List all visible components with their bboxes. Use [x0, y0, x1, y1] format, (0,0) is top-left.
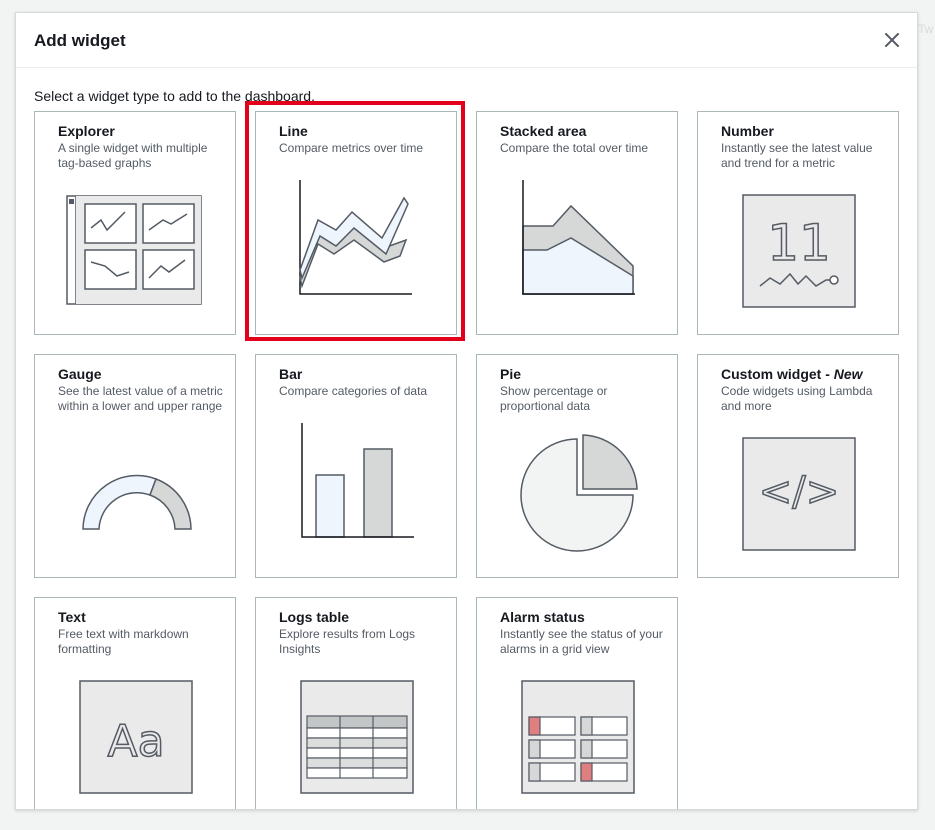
pie-chart-icon: [520, 434, 638, 552]
widget-description: Explore results from Logs Insights: [279, 627, 416, 656]
widget-card-number[interactable]: Number Instantly see the latest value an…: [697, 111, 899, 335]
background-tab-hint: Tw: [918, 22, 934, 36]
text-icon: Aa: [79, 680, 193, 794]
number-value: 11: [767, 214, 831, 272]
widget-title: Logs table: [279, 609, 350, 625]
widget-card-alarm-status[interactable]: Alarm status Instantly see the status of…: [476, 597, 678, 809]
widget-description: Code widgets using Lambda and more: [721, 384, 873, 413]
widget-card-text[interactable]: Text Free text with markdown formatting …: [34, 597, 236, 809]
text-glyph: Aa: [107, 716, 164, 767]
widget-title: Alarm status: [500, 609, 585, 625]
widget-card-explorer[interactable]: Explorer A single widget with multiple t…: [34, 111, 236, 335]
widget-card-stacked-area[interactable]: Stacked area Compare the total over time: [476, 111, 678, 335]
explorer-icon: [66, 195, 202, 305]
modal-title: Add widget: [34, 31, 126, 50]
widget-title: Number: [721, 123, 774, 139]
close-button[interactable]: [881, 29, 903, 51]
widget-title: Custom widget - New: [721, 366, 863, 382]
modal-header: Add widget: [16, 13, 917, 68]
close-icon: [885, 33, 899, 47]
table-icon: [300, 680, 414, 794]
widget-description: Instantly see the latest value and trend…: [721, 141, 873, 170]
widget-title: Text: [58, 609, 86, 625]
widget-card-custom[interactable]: Custom widget - New Code widgets using L…: [697, 354, 899, 578]
widget-card-line[interactable]: Line Compare metrics over time: [255, 111, 457, 335]
alarm-status-icon: [521, 680, 635, 794]
widget-description: A single widget with multiple tag-based …: [58, 141, 208, 170]
code-glyph: </>: [759, 469, 840, 515]
new-badge: New: [833, 366, 863, 382]
gauge-icon: [82, 474, 192, 530]
widget-card-logs-table[interactable]: Logs table Explore results from Logs Ins…: [255, 597, 457, 809]
widget-title: Explorer: [58, 123, 115, 139]
widget-description: Compare metrics over time: [279, 141, 424, 155]
code-icon: </>: [742, 437, 856, 551]
add-widget-modal: Add widget Select a widget type to add t…: [15, 12, 918, 810]
widget-description: Compare categories of data: [279, 384, 428, 398]
widget-title-text: Custom widget -: [721, 366, 834, 382]
widget-description: Compare the total over time: [500, 141, 649, 155]
modal-subtitle: Select a widget type to add to the dashb…: [34, 88, 315, 104]
widget-card-gauge[interactable]: Gauge See the latest value of a metric w…: [34, 354, 236, 578]
widget-title: Pie: [500, 366, 522, 382]
bar-chart-icon: [301, 423, 414, 538]
widget-title: Gauge: [58, 366, 102, 382]
widget-title: Bar: [279, 366, 303, 382]
widget-card-pie[interactable]: Pie Show percentage or proportional data: [476, 354, 678, 578]
widget-title: Line: [279, 123, 308, 139]
widget-description: See the latest value of a metric within …: [58, 384, 223, 413]
widget-description: Free text with markdown formatting: [58, 627, 189, 656]
line-chart-icon: [299, 180, 412, 295]
widget-card-bar[interactable]: Bar Compare categories of data: [255, 354, 457, 578]
number-icon: 11: [742, 194, 856, 308]
widget-description: Instantly see the status of your alarms …: [500, 627, 663, 656]
stacked-area-icon: [522, 180, 635, 295]
widget-title: Stacked area: [500, 123, 587, 139]
widget-description: Show percentage or proportional data: [500, 384, 608, 413]
